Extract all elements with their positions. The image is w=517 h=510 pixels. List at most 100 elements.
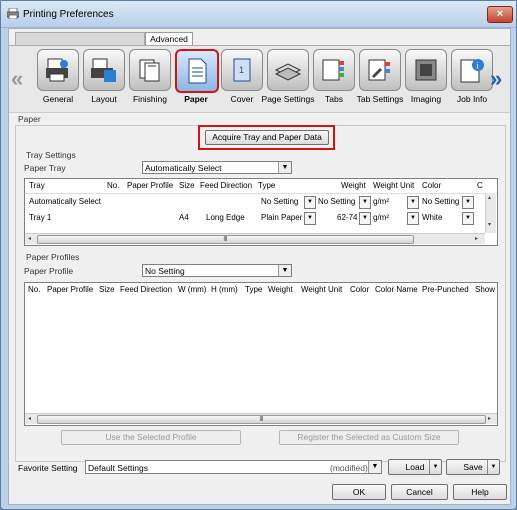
paper-profile-value: No Setting — [145, 266, 185, 276]
size-cell: A4 — [179, 213, 189, 222]
chevron-down-icon: ▼ — [368, 461, 381, 473]
ok-button[interactable]: OK — [332, 484, 386, 500]
tab-basic[interactable] — [15, 32, 145, 46]
tray-cell: Tray 1 — [29, 213, 52, 222]
type-dropdown-icon[interactable]: ▼ — [304, 196, 316, 209]
close-button[interactable]: × — [487, 6, 513, 23]
paper-profile-label: Paper Profile — [24, 266, 74, 276]
function-toolbar: « General Layout Finishing Paper 1 Cover — [9, 45, 510, 113]
paper-tray-value: Automatically Select — [145, 163, 222, 173]
col-type: Type — [258, 181, 276, 190]
paper-tray-select[interactable]: Automatically Select ▼ — [142, 161, 292, 174]
help-button[interactable]: Help — [453, 484, 507, 500]
modified-indicator: (modified) — [330, 463, 368, 473]
col-pre-punched: Pre-Punched — [422, 285, 469, 294]
tray-table-hscroll[interactable]: ◂ ||| ▸ — [25, 233, 485, 244]
color-dropdown-icon[interactable]: ▼ — [462, 196, 474, 209]
col-color: Color — [422, 181, 442, 190]
col-feed-direction: Feed Direction — [200, 181, 253, 190]
svg-text:1: 1 — [239, 65, 244, 75]
favorite-setting-select[interactable]: Default Settings (modified) ▼ — [85, 460, 382, 474]
table-row[interactable]: Automatically Select No Setting ▼ No Set… — [25, 195, 485, 211]
load-label: Load — [405, 462, 425, 472]
highlight-outline — [198, 125, 335, 150]
profile-table-header: No. Paper Profile Size Feed Direction W … — [25, 283, 497, 297]
col-weight-unit: Weight Unit — [373, 181, 415, 190]
col-show: Show — [475, 285, 496, 294]
window-title: Printing Preferences — [23, 9, 114, 20]
weight-dropdown-icon[interactable]: ▼ — [359, 196, 371, 209]
tray-table: Tray No. Paper Profile Size Feed Directi… — [24, 178, 498, 246]
scroll-left-icon[interactable]: ◂ — [28, 415, 31, 422]
col-c: C — [477, 181, 483, 190]
printer-icon — [7, 8, 19, 19]
col-w-mm: W (mm) — [178, 285, 207, 294]
favorite-setting-value: Default Settings — [88, 463, 149, 473]
col-weight: Weight — [268, 285, 293, 294]
save-menu-icon[interactable]: ▼ — [487, 460, 499, 474]
scroll-thumb[interactable]: ||| — [37, 235, 414, 244]
col-tray: Tray — [29, 181, 45, 190]
col-type: Type — [245, 285, 263, 294]
page-settings-icon — [274, 63, 302, 81]
weight-dropdown-icon[interactable]: ▼ — [359, 212, 371, 225]
printing-preferences-window: Printing Preferences × Advanced « Genera… — [0, 0, 517, 510]
chevron-down-icon: ▼ — [278, 162, 291, 173]
scroll-down-icon[interactable]: ▾ — [488, 221, 491, 228]
weight-cell: No Setting — [318, 197, 356, 206]
color-cell: White — [422, 213, 443, 222]
paper-section-label: Paper — [18, 114, 41, 124]
paper-profile-select[interactable]: No Setting ▼ — [142, 264, 292, 277]
imaging-icon — [415, 59, 437, 81]
layout-icon — [91, 58, 116, 82]
table-row[interactable]: Tray 1 A4 Long Edge Plain Paper ▼ 62-74 … — [25, 211, 485, 227]
cancel-button[interactable]: Cancel — [391, 484, 448, 500]
tab-advanced[interactable]: Advanced — [145, 32, 193, 46]
paper-panel: Acquire Tray and Paper Data Tray Setting… — [15, 125, 506, 462]
register-custom-size-button[interactable]: Register the Selected as Custom Size — [279, 430, 459, 445]
paper-profiles-label: Paper Profiles — [26, 252, 80, 262]
tab-settings-icon — [368, 59, 390, 81]
profile-table-hscroll[interactable]: ◂ ||| ▸ — [25, 413, 497, 424]
load-button[interactable]: Load ▼ — [388, 459, 442, 475]
col-color: Color — [350, 285, 370, 294]
save-label: Save — [463, 462, 483, 472]
scroll-left-icon[interactable]: ◂ — [28, 235, 31, 242]
type-dropdown-icon[interactable]: ▼ — [304, 212, 316, 225]
weight-unit-cell: g/m² — [373, 213, 389, 222]
unit-dropdown-icon[interactable]: ▼ — [407, 212, 419, 225]
col-color-name: Color Name — [375, 285, 418, 294]
color-cell: No Setting — [422, 197, 460, 206]
col-weight-unit: Weight Unit — [301, 285, 343, 294]
scroll-thumb[interactable]: ||| — [37, 415, 486, 424]
tray-table-vscroll[interactable]: ▴ ▾ — [485, 193, 496, 233]
color-dropdown-icon[interactable]: ▼ — [462, 212, 474, 225]
col-weight: Weight — [341, 181, 366, 190]
type-cell: Plain Paper — [261, 213, 303, 222]
col-size: Size — [179, 181, 195, 190]
tray-table-header: Tray No. Paper Profile Size Feed Directi… — [25, 179, 497, 194]
profile-table: No. Paper Profile Size Feed Direction W … — [24, 282, 498, 426]
use-selected-profile-button[interactable]: Use the Selected Profile — [61, 430, 241, 445]
job-info-icon: i — [460, 59, 484, 83]
chevron-down-icon: ▼ — [278, 265, 291, 276]
finishing-icon — [139, 59, 160, 82]
col-no: No. — [28, 285, 41, 294]
type-cell: No Setting — [261, 197, 299, 206]
scroll-right-icon[interactable]: » — [490, 66, 502, 92]
tray-settings-label: Tray Settings — [26, 150, 76, 160]
scroll-right-icon[interactable]: ▸ — [475, 235, 478, 242]
unit-dropdown-icon[interactable]: ▼ — [407, 196, 419, 209]
scroll-left-icon[interactable]: « — [11, 66, 23, 92]
paper-tray-label: Paper Tray — [24, 163, 66, 173]
paper-icon — [188, 58, 207, 84]
scroll-right-icon[interactable]: ▸ — [488, 415, 491, 422]
save-button[interactable]: Save ▼ — [446, 459, 500, 475]
col-no: No. — [107, 181, 120, 190]
col-feed-direction: Feed Direction — [120, 285, 173, 294]
weight-cell: 62-74 — [337, 213, 358, 222]
load-menu-icon[interactable]: ▼ — [429, 460, 441, 474]
tabs-icon — [322, 59, 344, 81]
scroll-up-icon[interactable]: ▴ — [488, 194, 491, 201]
general-icon — [46, 58, 68, 82]
